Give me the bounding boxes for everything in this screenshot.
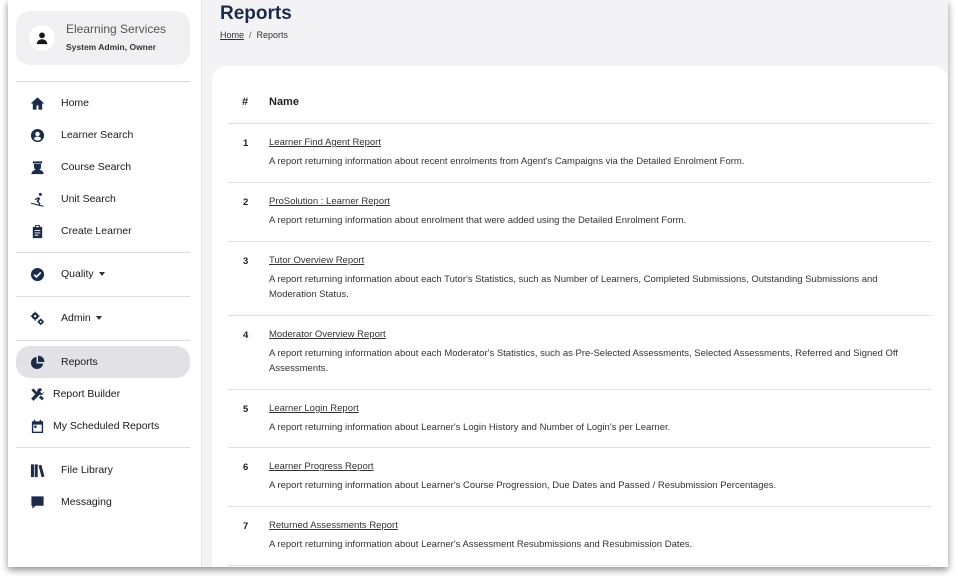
row-number: 2	[243, 197, 249, 208]
sidebar-divider	[16, 340, 190, 341]
breadcrumb-current: Reports	[256, 30, 289, 40]
user-circle-icon	[29, 127, 45, 143]
calendar-icon	[29, 418, 45, 434]
sidebar-item-label: File Library	[61, 464, 113, 476]
sidebar-divider	[16, 252, 190, 253]
sidebar-item-create-learner[interactable]: Create Learner	[16, 215, 190, 247]
sidebar-item-label: Learner Search	[61, 129, 134, 141]
sidebar-item-learner-search[interactable]: Learner Search	[16, 119, 190, 151]
sidebar-divider	[16, 81, 190, 82]
tools-icon	[29, 386, 45, 402]
report-link-learner-progress[interactable]: Learner Progress Report	[269, 461, 374, 472]
report-description: A report returning information about eac…	[269, 348, 898, 374]
profile-role: System Admin, Owner	[66, 42, 156, 52]
breadcrumb-separator: /	[249, 30, 252, 40]
table-header: # Name	[228, 66, 931, 124]
row-number: 1	[243, 138, 249, 149]
check-circle-icon	[29, 266, 45, 282]
report-description: A report returning information about Lea…	[269, 480, 777, 491]
home-icon	[29, 95, 45, 111]
clipboard-icon	[29, 223, 45, 239]
report-description: A report returning information about Lea…	[269, 422, 671, 433]
report-link-returned-assessments[interactable]: Returned Assessments Report	[269, 520, 398, 531]
table-row: 4 Moderator Overview Report A report ret…	[228, 316, 931, 390]
report-link-learner-login[interactable]: Learner Login Report	[269, 403, 359, 414]
sidebar-item-label: Home	[61, 97, 90, 109]
row-number: 5	[243, 404, 249, 415]
page-title: Reports	[220, 3, 292, 24]
column-header-name: Name	[269, 96, 299, 108]
column-header-number: #	[242, 96, 249, 108]
table-row: 5 Learner Login Report A report returnin…	[228, 390, 931, 448]
row-number: 4	[243, 330, 249, 341]
sidebar-item-admin[interactable]: Admin	[16, 302, 190, 334]
report-link-learner-find-agent[interactable]: Learner Find Agent Report	[269, 137, 381, 148]
breadcrumb-home-link[interactable]: Home	[220, 30, 244, 40]
table-row: 3 Tutor Overview Report A report returni…	[228, 242, 931, 316]
sidebar-divider	[16, 296, 190, 297]
breadcrumb: Home / Reports	[220, 30, 288, 40]
report-description: A report returning information about rec…	[269, 156, 745, 167]
report-link-moderator-overview[interactable]: Moderator Overview Report	[269, 329, 386, 340]
row-number: 6	[243, 462, 249, 473]
report-description: A report returning information about enr…	[269, 215, 687, 226]
sidebar-item-label: Admin	[61, 312, 91, 324]
books-icon	[29, 462, 45, 478]
sidebar-item-reports[interactable]: Reports	[16, 346, 190, 378]
table-row: 2 ProSolution : Learner Report A report …	[228, 183, 931, 242]
table-row: 7 Returned Assessments Report A report r…	[228, 507, 931, 566]
report-description: A report returning information about Lea…	[269, 539, 693, 550]
sidebar-item-label: Reports	[61, 356, 98, 368]
chevron-down-icon	[95, 316, 102, 320]
sidebar-item-home[interactable]: Home	[16, 87, 190, 119]
sidebar-item-my-scheduled-reports[interactable]: My Scheduled Reports	[16, 410, 190, 442]
sidebar-item-label: Create Learner	[61, 225, 132, 237]
sidebar-divider	[16, 447, 190, 448]
app-window: Elearning Services System Admin, Owner H…	[8, 0, 948, 567]
gears-icon	[29, 310, 45, 326]
sidebar-item-label: Course Search	[61, 161, 132, 173]
sidebar-item-unit-search[interactable]: Unit Search	[16, 183, 190, 215]
table-row: 6 Learner Progress Report A report retur…	[228, 448, 931, 507]
user-avatar-icon	[29, 25, 55, 51]
reports-card: # Name 1 Learner Find Agent Report A rep…	[212, 66, 948, 567]
sidebar-item-label: Messaging	[61, 496, 112, 508]
report-link-prosolution-learner[interactable]: ProSolution : Learner Report	[269, 196, 390, 207]
message-icon	[29, 494, 45, 510]
sidebar-item-label: Unit Search	[61, 193, 116, 205]
graduation-cap-icon	[29, 159, 45, 175]
report-link-tutor-overview[interactable]: Tutor Overview Report	[269, 255, 364, 266]
row-number: 7	[243, 521, 249, 532]
skier-icon	[29, 191, 45, 207]
sidebar-item-quality[interactable]: Quality	[16, 258, 190, 290]
table-row: 1 Learner Find Agent Report A report ret…	[228, 124, 931, 183]
sidebar-item-label: Report Builder	[53, 388, 121, 400]
sidebar-item-report-builder[interactable]: Report Builder	[16, 378, 190, 410]
sidebar-item-label: My Scheduled Reports	[53, 420, 160, 432]
profile-card[interactable]: Elearning Services System Admin, Owner	[16, 11, 190, 65]
sidebar: Elearning Services System Admin, Owner H…	[8, 0, 202, 567]
sidebar-item-file-library[interactable]: File Library	[16, 454, 190, 486]
row-number: 3	[243, 256, 249, 267]
pie-chart-icon	[29, 354, 45, 370]
profile-name: Elearning Services	[66, 22, 167, 36]
report-description: A report returning information about eac…	[269, 274, 878, 300]
sidebar-item-course-search[interactable]: Course Search	[16, 151, 190, 183]
sidebar-item-messaging[interactable]: Messaging	[16, 486, 190, 518]
chevron-down-icon	[98, 272, 105, 276]
sidebar-item-label: Quality	[61, 268, 94, 280]
